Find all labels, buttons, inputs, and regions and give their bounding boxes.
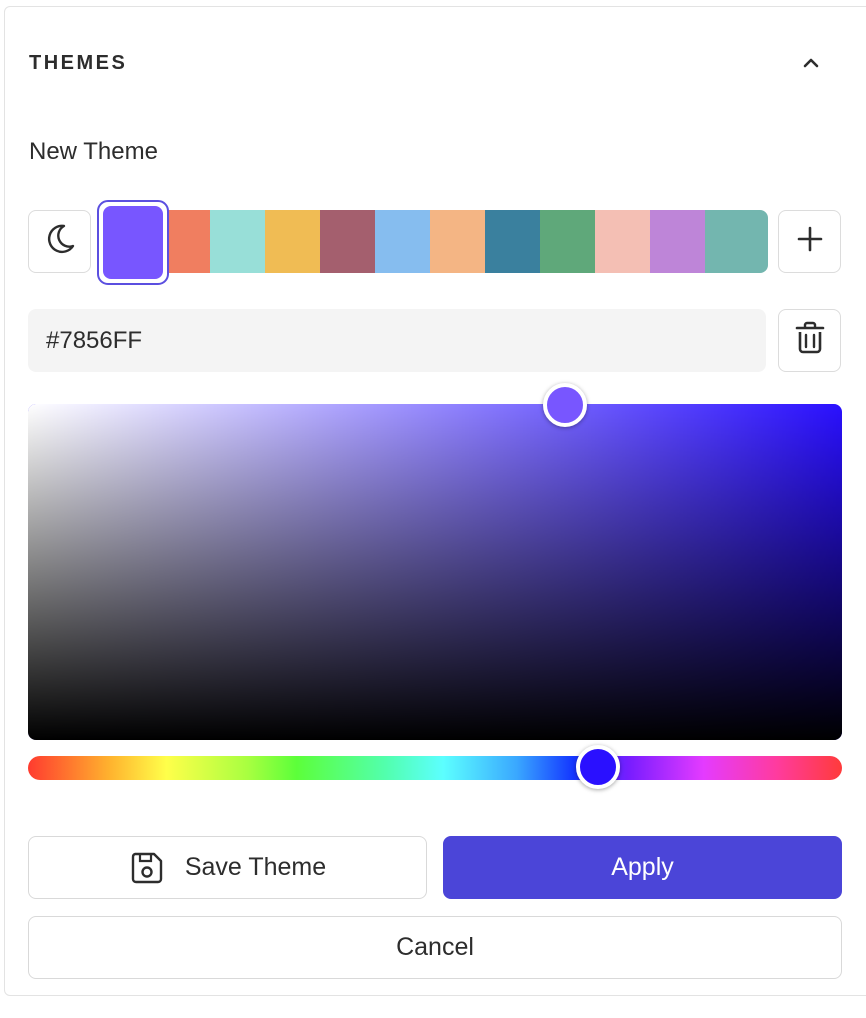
color-swatch[interactable]	[265, 210, 320, 273]
color-swatch[interactable]	[705, 210, 768, 273]
selected-swatch[interactable]	[97, 200, 169, 285]
add-color-button[interactable]	[778, 210, 841, 273]
hue-slider[interactable]	[28, 756, 842, 780]
color-swatch[interactable]	[595, 210, 650, 273]
color-swatch[interactable]	[210, 210, 265, 273]
color-swatch[interactable]	[375, 210, 430, 273]
cancel-button[interactable]: Cancel	[28, 916, 842, 979]
color-swatch[interactable]	[650, 210, 705, 273]
plus-icon	[797, 226, 823, 257]
color-swatch[interactable]	[485, 210, 540, 273]
color-swatch[interactable]	[540, 210, 595, 273]
color-swatch[interactable]	[320, 210, 375, 273]
saturation-value-handle[interactable]	[543, 383, 587, 427]
moon-icon	[43, 222, 77, 261]
trash-icon	[794, 321, 826, 360]
dark-mode-toggle[interactable]	[28, 210, 91, 273]
theme-name: New Theme	[29, 138, 158, 165]
swatch-strip	[100, 210, 768, 273]
collapse-button[interactable]	[796, 50, 826, 80]
chevron-up-icon	[802, 56, 820, 74]
hue-slider-handle[interactable]	[576, 745, 620, 789]
color-swatch[interactable]	[430, 210, 485, 273]
save-theme-label: Save Theme	[184, 853, 327, 881]
delete-color-button[interactable]	[778, 309, 841, 372]
save-icon	[129, 850, 165, 886]
cancel-label: Cancel	[396, 933, 474, 961]
hex-color-input[interactable]	[28, 309, 766, 372]
selected-swatch-color	[103, 206, 163, 279]
save-theme-button[interactable]: Save Theme	[28, 836, 427, 899]
apply-label: Apply	[611, 853, 674, 881]
saturation-value-picker[interactable]	[28, 404, 842, 740]
section-title: THEMES	[29, 52, 128, 74]
apply-button[interactable]: Apply	[443, 836, 842, 899]
